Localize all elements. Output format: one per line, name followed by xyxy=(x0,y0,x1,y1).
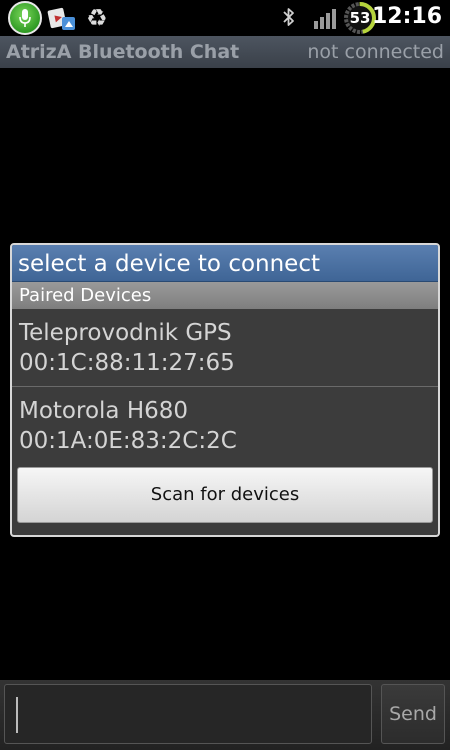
device-item-motorola[interactable]: Motorola H680 00:1A:0E:83:2C:2C xyxy=(12,387,438,467)
status-clock: 12:16 xyxy=(371,4,442,29)
device-picker-dialog: select a device to connect Paired Device… xyxy=(10,243,440,537)
device-name: Teleprovodnik GPS xyxy=(19,320,232,346)
device-address: 00:1C:88:11:27:65 xyxy=(19,350,235,376)
signal-icon xyxy=(313,3,337,33)
send-button[interactable]: Send xyxy=(381,684,445,744)
app-title-bar: AtrizA Bluetooth Chat not connected xyxy=(0,36,450,68)
device-address: 00:1A:0E:83:2C:2C xyxy=(19,428,237,454)
dialog-title: select a device to connect xyxy=(12,245,438,282)
scan-for-devices-button[interactable]: Scan for devices xyxy=(17,467,433,523)
message-input[interactable] xyxy=(4,684,372,744)
composer-bar: Send xyxy=(0,680,450,750)
recycle-icon: ♻ xyxy=(86,4,108,32)
mic-icon xyxy=(8,1,42,35)
status-bar: ♻ 53 12:16 xyxy=(0,0,450,36)
text-cursor xyxy=(16,697,18,733)
connection-status: not connected xyxy=(307,41,444,63)
media-icon xyxy=(46,3,78,33)
paired-devices-header: Paired Devices xyxy=(12,282,438,309)
device-item-teleprovodnik[interactable]: Teleprovodnik GPS 00:1C:88:11:27:65 xyxy=(12,309,438,387)
app-title: AtrizA Bluetooth Chat xyxy=(6,41,240,63)
device-name: Motorola H680 xyxy=(19,398,189,424)
bluetooth-icon xyxy=(281,3,297,33)
